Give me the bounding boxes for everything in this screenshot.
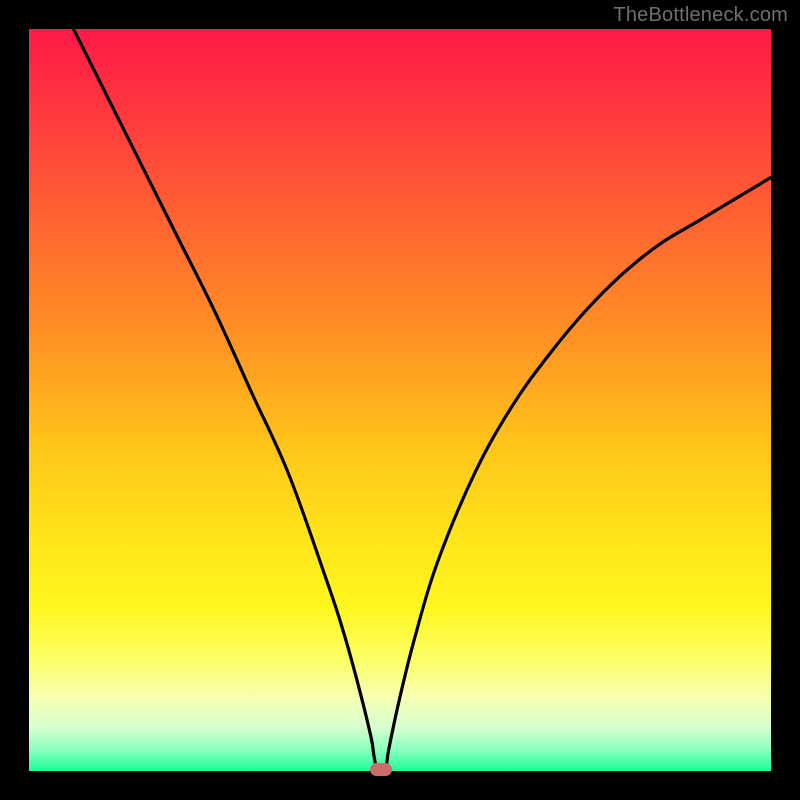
optimum-marker: [370, 763, 392, 776]
chart-frame: TheBottleneck.com: [0, 0, 800, 800]
chart-plot-area: [29, 29, 771, 771]
watermark-text: TheBottleneck.com: [613, 4, 788, 27]
bottleneck-curve: [29, 29, 771, 771]
